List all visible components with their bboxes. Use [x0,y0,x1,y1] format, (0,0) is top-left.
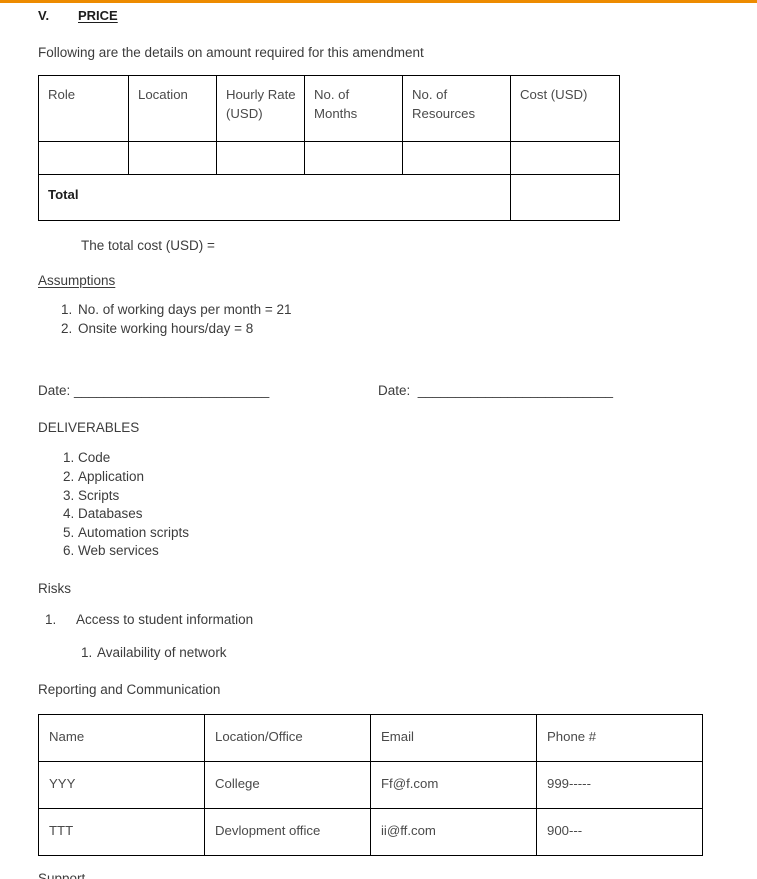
cell-resources[interactable] [402,140,511,175]
risks-list: Access to student information Availabili… [38,611,719,663]
section-heading-price: V. PRICE [38,7,719,29]
column-header-hourly-rate: Hourly Rate (USD) [216,74,305,142]
list-item: Databases [78,505,719,524]
table-header-row: Role Location Hourly Rate (USD) No. of M… [38,74,620,142]
risks-heading: Risks [38,581,71,597]
assumptions-heading: Assumptions [38,273,116,289]
reporting-heading: Reporting and Communication [38,682,221,698]
cell-phone[interactable]: 999----- [536,761,703,809]
total-label: Total [38,173,511,221]
column-header-months: No. of Months [304,74,403,142]
cell-location[interactable]: College [204,761,371,809]
column-header-role: Role [38,74,129,142]
total-cost-line: The total cost (USD) = [81,237,215,253]
table-row: YYY College Ff@f.com 999----- [38,761,703,809]
column-header-location: Location [128,74,217,142]
cell-cost[interactable] [510,140,620,175]
list-item: Automation scripts [78,524,719,543]
cell-phone[interactable]: 900--- [536,808,703,856]
list-item: No. of working days per month = 21 [76,301,719,320]
column-header-cost: Cost (USD) [510,74,620,142]
top-accent-rule [0,0,757,3]
column-header-email: Email [370,714,537,762]
table-header-row: Name Location/Office Email Phone # [38,714,703,762]
deliverables-heading: DELIVERABLES [38,419,140,435]
column-header-name: Name [38,714,205,762]
risks-sublist: Availability of network [76,644,719,663]
risk-item-label: Access to student information [76,611,254,627]
cell-email[interactable]: Ff@f.com [370,761,537,809]
cell-email[interactable]: ii@ff.com [370,808,537,856]
risks-section: Risks Access to student information Avai… [38,579,719,662]
cell-name[interactable]: TTT [38,808,205,856]
assumptions-section: Assumptions No. of working days per mont… [38,255,719,338]
column-header-phone: Phone # [536,714,703,762]
list-item: Scripts [78,487,719,506]
column-header-resources: No. of Resources [402,74,511,142]
date-field-right[interactable]: Date: __________________________ [378,381,613,401]
clipped-bottom-text: Support [38,871,86,879]
cell-role[interactable] [38,140,129,175]
table-row [38,140,620,175]
total-cost-cell[interactable] [510,173,620,221]
cell-name[interactable]: YYY [38,761,205,809]
deliverables-list: Code Application Scripts Databases Autom… [38,449,719,561]
assumptions-list: No. of working days per month = 21 Onsit… [38,301,719,338]
list-item: Access to student information Availabili… [60,611,719,663]
cell-hourly-rate[interactable] [216,140,305,175]
section-numeral: V. [38,8,50,23]
table-total-row: Total [38,173,620,221]
signature-date-row: Date: __________________________ Date: _… [38,381,719,401]
price-table: Role Location Hourly Rate (USD) No. of M… [38,74,620,221]
deliverables-section: DELIVERABLES Code Application Scripts Da… [38,418,719,561]
list-item: Availability of network [96,644,719,663]
cell-location[interactable] [128,140,217,175]
table-row: TTT Devlopment office ii@ff.com 900--- [38,808,703,856]
list-item: Onsite working hours/day = 8 [76,320,719,339]
document-page: V. PRICE Following are the details on am… [0,0,757,879]
list-item: Application [78,468,719,487]
intro-paragraph: Following are the details on amount requ… [38,45,424,60]
cell-location[interactable]: Devlopment office [204,808,371,856]
cell-months[interactable] [304,140,403,175]
list-item: Code [78,449,719,468]
column-header-location: Location/Office [204,714,371,762]
contact-table: Name Location/Office Email Phone # YYY C… [38,714,703,856]
date-field-left[interactable]: Date: __________________________ [38,381,378,401]
list-item: Web services [78,542,719,561]
page-title: PRICE [78,8,118,23]
